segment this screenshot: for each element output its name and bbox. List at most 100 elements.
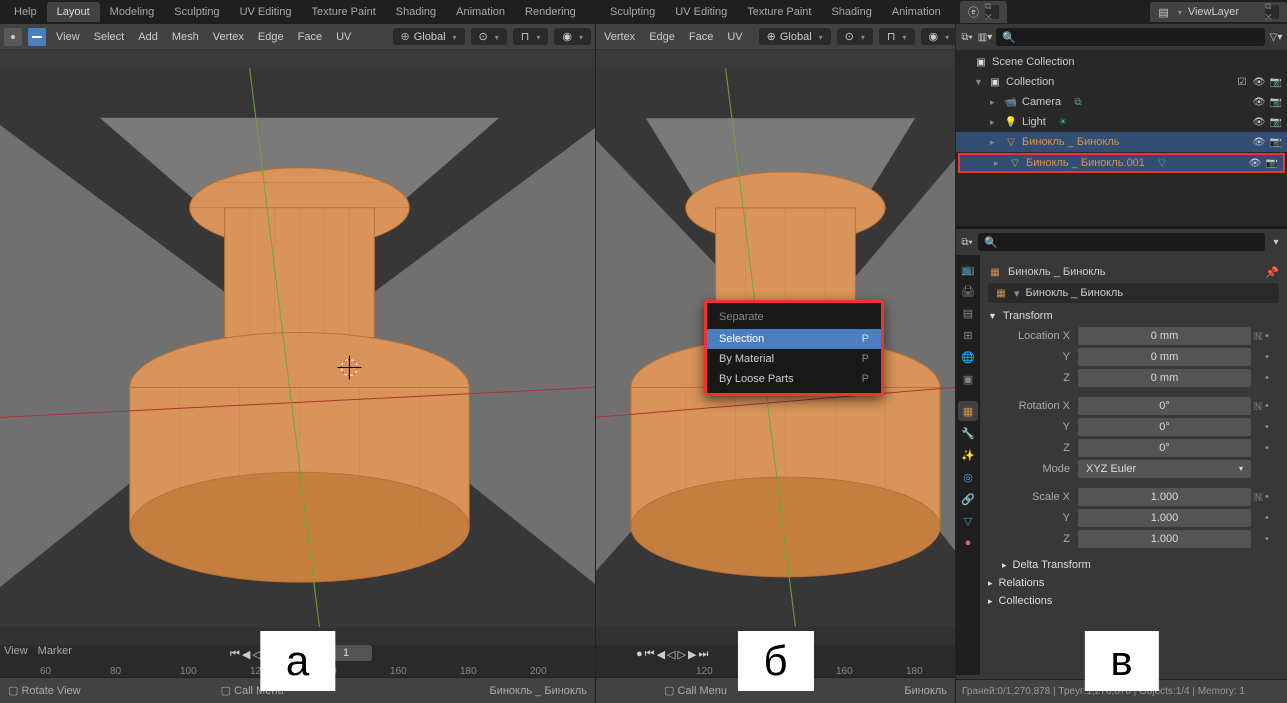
lock-icon[interactable]: •	[1265, 400, 1279, 412]
outliner-tree[interactable]: ▣ Scene Collection ▼ ▣ Collection ☑👁📷 ▸ …	[956, 50, 1287, 176]
location-z-input[interactable]: 0 mm	[1078, 369, 1251, 387]
menu-add[interactable]: Add	[134, 31, 162, 43]
pin-icon[interactable]: 📌	[1265, 266, 1279, 279]
workspace-shading[interactable]: Shading	[821, 2, 881, 22]
transform-orientation-dropdown[interactable]: ⊕Global	[393, 28, 465, 45]
separate-selection-item[interactable]: Selection P	[707, 329, 881, 349]
3d-viewport-b[interactable]: Separate Selection P By Material P By Lo…	[596, 50, 955, 645]
menu-view[interactable]: View	[52, 31, 84, 43]
animate-icon[interactable]: 🇳	[1251, 400, 1265, 413]
menu-face[interactable]: Face	[294, 31, 326, 43]
particles-tab[interactable]: ✨	[958, 445, 978, 465]
close-icon[interactable]: ⧉ ✕	[985, 5, 999, 19]
filter-button[interactable]: ▽▾	[1269, 30, 1283, 44]
scale-z-input[interactable]: 1.000	[1078, 530, 1251, 548]
workspace-texturepaint[interactable]: Texture Paint	[302, 2, 386, 22]
viewlayer-tab[interactable]: ▤ViewLayer⧉ ✕	[1150, 2, 1287, 22]
workspace-uvediting[interactable]: UV Editing	[665, 2, 737, 22]
collections-header[interactable]: ▸Collections	[988, 592, 1279, 610]
menu-uv[interactable]: UV	[332, 31, 355, 43]
workspace-shading[interactable]: Shading	[386, 2, 446, 22]
camera-icon[interactable]: 📷	[1265, 156, 1279, 170]
mesh-tab[interactable]: ▽	[958, 511, 978, 531]
menu-vertex[interactable]: Vertex	[600, 31, 639, 43]
binokl001-row[interactable]: ▸ ▽ Бинокль _ Бинокль.001 ▽ 👁📷	[958, 153, 1285, 173]
workspace-animation[interactable]: Animation	[882, 2, 951, 22]
viewlayer-tab[interactable]: ▤	[958, 303, 978, 323]
workspace-sculpting[interactable]: Sculpting	[164, 2, 229, 22]
proportional-edit-dropdown[interactable]: ◉	[554, 28, 591, 45]
camera-row[interactable]: ▸ 📹 Camera ⧉ 👁📷	[956, 92, 1287, 112]
world-tab[interactable]: 🌐	[958, 347, 978, 367]
camera-icon[interactable]: 📷	[1269, 75, 1283, 89]
workspace-rendering[interactable]: Rendering	[515, 2, 586, 22]
select-mode-edge-button[interactable]	[28, 28, 46, 46]
pivot-dropdown[interactable]: ⊙	[837, 28, 873, 45]
menu-edge[interactable]: Edge	[254, 31, 288, 43]
outliner-search-input[interactable]: 🔍	[996, 28, 1265, 46]
workspace-sculpting[interactable]: Sculpting	[600, 2, 665, 22]
disclosure-icon[interactable]: ▸	[994, 158, 1004, 169]
separate-material-item[interactable]: By Material P	[707, 349, 881, 369]
modifiers-tab[interactable]: 🔧	[958, 423, 978, 443]
scene-tab[interactable]: ⊞	[958, 325, 978, 345]
disclosure-icon[interactable]: ▸	[990, 97, 1000, 108]
scale-x-input[interactable]: 1.000	[1078, 488, 1251, 506]
collection-tab[interactable]: ▣	[958, 369, 978, 389]
camera-icon[interactable]: 📷	[1269, 135, 1283, 149]
output-tab[interactable]: 🖨	[958, 281, 978, 301]
transform-orientation-dropdown[interactable]: ⊕Global	[759, 28, 831, 45]
rotation-mode-dropdown[interactable]: XYZ Euler▾	[1078, 460, 1251, 478]
eye-icon[interactable]: 👁	[1252, 95, 1266, 109]
proportional-edit-dropdown[interactable]: ◉	[921, 28, 958, 45]
workspace-animation[interactable]: Animation	[446, 2, 515, 22]
eye-icon[interactable]: 👁	[1252, 115, 1266, 129]
constraints-tab[interactable]: 🔗	[958, 489, 978, 509]
eye-icon[interactable]: 👁	[1252, 75, 1266, 89]
relations-header[interactable]: ▸Relations	[988, 574, 1279, 592]
menu-vertex[interactable]: Vertex	[209, 31, 248, 43]
datablock-selector[interactable]: ▦▾ Бинокль _ Бинокль	[988, 283, 1279, 303]
options-dropdown[interactable]: ▾	[1269, 235, 1283, 249]
scale-y-input[interactable]: 1.000	[1078, 509, 1251, 527]
scene-tab[interactable]: ⓔ⧉ ✕	[960, 1, 1007, 23]
camera-icon[interactable]: 📷	[1269, 115, 1283, 129]
disclosure-icon[interactable]: ▼	[974, 77, 984, 87]
location-y-input[interactable]: 0 mm	[1078, 348, 1251, 366]
material-tab[interactable]: ●	[958, 533, 978, 553]
pivot-dropdown[interactable]: ⊙	[471, 28, 507, 45]
physics-tab[interactable]: ◎	[958, 467, 978, 487]
workspace-uvediting[interactable]: UV Editing	[230, 2, 302, 22]
menu-uv[interactable]: UV	[723, 31, 746, 43]
rotation-z-input[interactable]: 0°	[1078, 439, 1251, 457]
timeline-view-menu[interactable]: View	[4, 645, 28, 657]
lock-icon[interactable]: •	[1265, 330, 1279, 342]
menu-help[interactable]: Help	[4, 2, 47, 22]
menu-face[interactable]: Face	[685, 31, 717, 43]
editor-type-dropdown[interactable]: ⧉▾	[960, 235, 974, 249]
eye-icon[interactable]: 👁	[1248, 156, 1262, 170]
transform-header[interactable]: ▼Transform	[988, 307, 1279, 325]
lock-icon[interactable]: •	[1265, 491, 1279, 503]
disclosure-icon[interactable]: ▸	[990, 117, 1000, 128]
collection-row[interactable]: ▼ ▣ Collection ☑👁📷	[956, 72, 1287, 92]
location-x-input[interactable]: 0 mm	[1078, 327, 1251, 345]
snap-dropdown[interactable]: ⊓	[513, 28, 549, 45]
workspace-layout[interactable]: Layout	[47, 2, 100, 22]
disclosure-icon[interactable]: ▸	[990, 137, 1000, 148]
view-dropdown[interactable]: ▥▾	[978, 30, 992, 44]
menu-edge[interactable]: Edge	[645, 31, 679, 43]
timeline-marker-menu[interactable]: Marker	[38, 645, 72, 657]
eye-icon[interactable]: 👁	[1252, 135, 1266, 149]
render-tab[interactable]: 📺	[958, 259, 978, 279]
close-icon[interactable]: ⧉ ✕	[1265, 5, 1279, 19]
checkbox-icon[interactable]: ☑	[1235, 75, 1249, 89]
workspace-texturepaint[interactable]: Texture Paint	[737, 2, 821, 22]
separate-loose-item[interactable]: By Loose Parts P	[707, 369, 881, 389]
light-row[interactable]: ▸ 💡 Light ☀ 👁📷	[956, 112, 1287, 132]
delta-transform-header[interactable]: ▸Delta Transform	[988, 556, 1279, 574]
snap-dropdown[interactable]: ⊓	[879, 28, 915, 45]
rotation-y-input[interactable]: 0°	[1078, 418, 1251, 436]
menu-mesh[interactable]: Mesh	[168, 31, 203, 43]
menu-select[interactable]: Select	[90, 31, 129, 43]
